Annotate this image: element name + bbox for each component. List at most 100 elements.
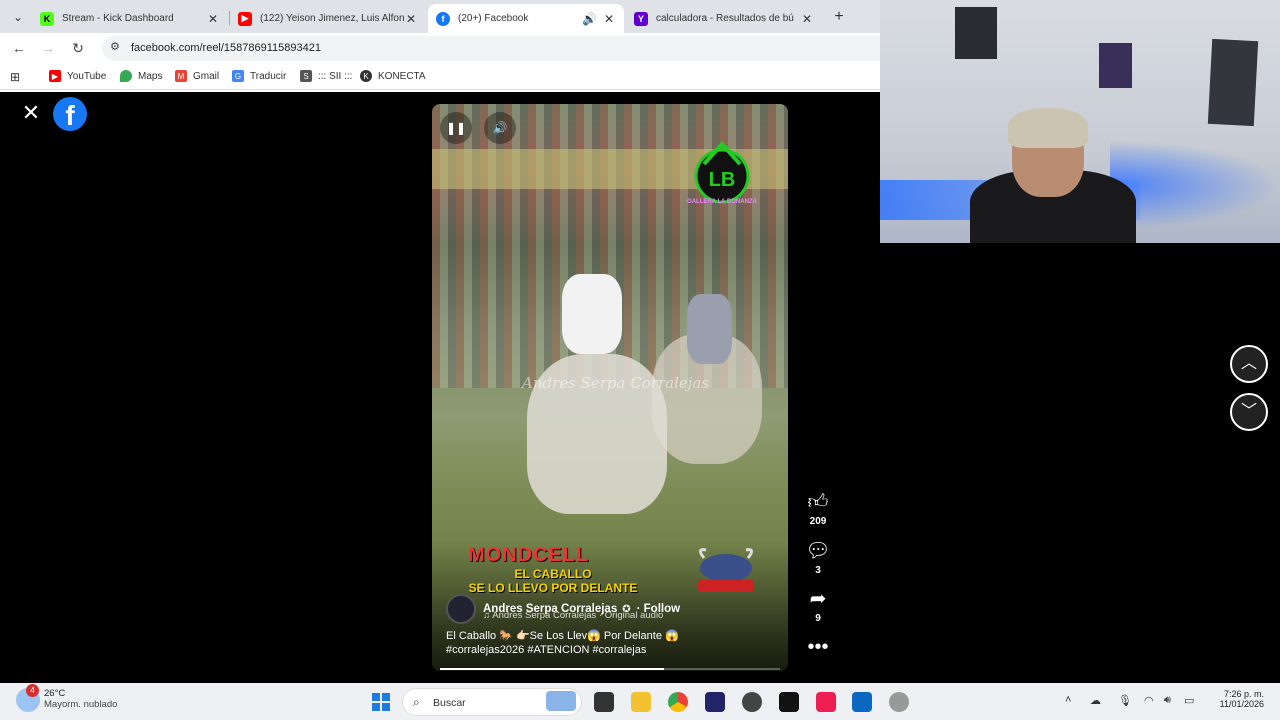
bookmark-label: Maps (138, 70, 163, 82)
like-count: 209 (809, 516, 827, 527)
tab-title: (122) Yeison Jimenez, Luis Alfon (260, 13, 404, 24)
file-explorer-icon[interactable] (631, 692, 651, 712)
taskbar-clock[interactable]: 7:26 p. m. 11/01/2026 (1212, 689, 1264, 709)
close-icon[interactable]: ✕ (20, 102, 42, 124)
close-tab-icon[interactable]: ✕ (602, 12, 616, 26)
pause-icon[interactable]: ❚❚ (440, 112, 472, 144)
close-tab-icon[interactable]: ✕ (404, 12, 418, 26)
bookmark-label: KONECTA (378, 70, 426, 82)
wifi-icon[interactable]: ◠ (1144, 694, 1154, 707)
gallera-logo-text: GALLERA LA BONANZA (687, 199, 757, 205)
share-count: 9 (815, 613, 821, 624)
author-avatar[interactable] (446, 594, 476, 624)
comment-icon: 💬︎ (805, 540, 831, 562)
streamer-hair (1008, 108, 1088, 148)
close-tab-icon[interactable]: ✕ (206, 12, 220, 26)
task-view-icon[interactable] (594, 692, 614, 712)
store-icon[interactable] (852, 692, 872, 712)
youtube-icon: ▶ (238, 11, 252, 26)
share-button[interactable]: ➦ 9 (805, 588, 831, 624)
capcut-icon[interactable] (779, 692, 799, 712)
bookmark-label: Traducir (250, 70, 287, 82)
bookmarks-bar: ⊞ ▶ YouTube Maps M Gmail G Traducir S ::… (0, 63, 880, 90)
weather-condition: Mayorm. nublado (44, 699, 118, 710)
chrome-icon[interactable] (668, 692, 688, 712)
next-reel-chevron-down-icon[interactable]: ﹀ (1230, 393, 1268, 431)
volume-icon[interactable]: 🔊 (484, 112, 516, 144)
reel-hashtags[interactable]: #corralejas2026 #ATENCION #corralejas (446, 644, 646, 656)
webcam-overlay (880, 0, 1280, 243)
comment-button[interactable]: 💬︎ 3 (805, 540, 831, 576)
battery-icon[interactable]: ▭ (1184, 694, 1194, 707)
previous-reel-chevron-up-icon[interactable]: ︿ (1230, 345, 1268, 383)
forward-arrow-icon[interactable]: → (39, 39, 57, 57)
wall-poster (1207, 38, 1259, 127)
settings-gear-icon[interactable] (889, 692, 909, 712)
reel-caption: El Caballo 🐎 👉🏻Se Los Llev😱 Por Delante … (446, 630, 679, 642)
like-button[interactable]: 👍︎ 209 (805, 491, 831, 527)
speaker-icon[interactable]: 🔊 (582, 12, 597, 26)
bookmark-traducir[interactable]: G Traducir (232, 70, 286, 82)
tab-kick[interactable]: K Stream - Kick Dashboard ✕ (32, 4, 228, 33)
wall-poster (955, 7, 997, 59)
bookmark-youtube[interactable]: ▶ YouTube (49, 70, 106, 82)
maps-icon (120, 70, 132, 82)
reload-icon[interactable]: ↻ (69, 39, 87, 57)
translate-icon: G (232, 70, 244, 82)
video-rider (562, 274, 622, 354)
chevron-up-icon[interactable]: ˄ (1065, 694, 1071, 706)
tab-youtube[interactable]: ▶ (122) Yeison Jimenez, Luis Alfon ✕ (230, 4, 426, 33)
app-icon[interactable] (705, 692, 725, 712)
reel-audio[interactable]: ♫ Andres Serpa Corralejas · Original aud… (483, 610, 663, 621)
promo-line2: SE LO LLEVO POR DELANTE (468, 581, 638, 595)
back-arrow-icon[interactable]: ← (10, 39, 28, 57)
bookmark-maps[interactable]: Maps (120, 70, 162, 82)
kick-icon: K (40, 11, 54, 26)
svg-text:LB: LB (709, 169, 736, 191)
address-bar-url[interactable]: facebook.com/reel/1587869115893421 (131, 42, 321, 54)
windows-start-icon[interactable] (372, 693, 390, 711)
browser-toolbar: ← → ↻ ⚙ facebook.com/reel/15878691158934… (0, 33, 880, 63)
new-tab-button[interactable]: + (829, 7, 849, 27)
thumbs-up-icon: 👍︎ (807, 491, 829, 513)
bookmark-sii[interactable]: S ::: SII ::: (300, 70, 352, 82)
wall-poster (1099, 43, 1132, 88)
search-icon: ⌕ (413, 695, 420, 709)
apps-grid-icon[interactable]: ⊞ (10, 70, 20, 84)
obs-icon[interactable] (742, 692, 762, 712)
onedrive-icon[interactable]: ☁ (1090, 694, 1101, 707)
taskbar: 4 26°C Mayorm. nublado ⌕ Buscar ˄ ☁ 🎙︎ ◠… (0, 683, 1280, 720)
screen: ⌄ K Stream - Kick Dashboard ✕ ▶ (122) Ye… (0, 0, 1280, 720)
tiktok-icon[interactable] (816, 692, 836, 712)
bull-logo-icon (698, 548, 754, 592)
sii-icon: S (300, 70, 312, 82)
weather-temp: 26°C (44, 688, 66, 699)
close-tab-icon[interactable]: ✕ (800, 12, 814, 26)
facebook-logo-icon[interactable]: f (53, 97, 87, 131)
microphone-icon[interactable]: 🎙︎ (1118, 694, 1132, 707)
facebook-icon: f (436, 11, 450, 26)
more-dots-icon: ••• (807, 636, 829, 658)
clock-date: 11/01/2026 (1219, 699, 1264, 709)
weather-widget[interactable]: 4 26°C Mayorm. nublado (16, 684, 118, 712)
bookmark-gmail[interactable]: M Gmail (175, 70, 219, 82)
more-options-button[interactable]: ••• (805, 636, 831, 658)
address-bar[interactable]: ⚙ facebook.com/reel/1587869115893421 (102, 36, 880, 61)
youtube-icon: ▶ (49, 70, 61, 82)
bookmark-konecta[interactable]: K KONECTA (360, 70, 426, 82)
video-progress-fill (440, 668, 665, 670)
weather-badge: 4 (26, 684, 39, 697)
tab-search-chevron-icon[interactable]: ⌄ (8, 7, 28, 27)
tab-yahoo[interactable]: Y calculadora - Resultados de bú ✕ (626, 4, 822, 33)
volume-icon[interactable]: 🔊︎ (1164, 694, 1171, 707)
tab-title: (20+) Facebook (458, 13, 529, 24)
video-rider (687, 294, 732, 364)
site-settings-icon[interactable]: ⚙ (110, 40, 120, 53)
tab-title: calculadora - Resultados de bú (656, 13, 794, 24)
bookmark-label: Gmail (193, 70, 220, 82)
bookmark-label: ::: SII ::: (318, 70, 353, 82)
tab-facebook[interactable]: f (20+) Facebook 🔊 ✕ (428, 4, 624, 33)
share-arrow-icon: ➦ (809, 588, 827, 610)
video-progress-bar[interactable] (440, 668, 780, 670)
reel-video[interactable]: ❚❚ 🔊 LB GALLERA LA BONANZA Andres Serpa … (432, 104, 788, 671)
